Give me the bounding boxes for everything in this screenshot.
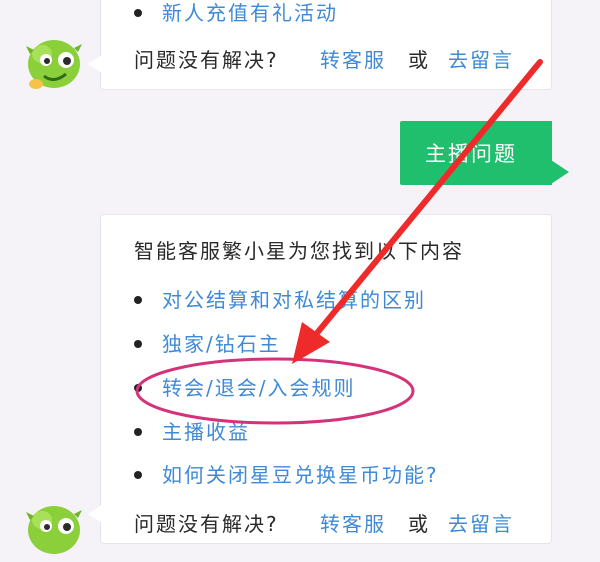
bot-avatar-icon <box>26 40 82 89</box>
list-bullet <box>134 9 142 17</box>
faq-item-settlement[interactable]: 对公结算和对私结算的区别 <box>162 284 426 313</box>
list-bullet <box>134 384 142 392</box>
unresolved-prompt: 问题没有解决? <box>134 512 279 536</box>
bubble-tail <box>88 505 102 523</box>
unresolved-prompt: 问题没有解决? <box>134 48 279 72</box>
faq-item-transfer-rules[interactable]: 转会/退会/入会规则 <box>162 372 355 401</box>
transfer-to-service-link[interactable]: 转客服 <box>320 508 386 537</box>
list-item-link[interactable]: 新人充值有礼活动 <box>162 0 338 26</box>
or-text: 或 <box>408 48 430 72</box>
transfer-to-service-link[interactable]: 转客服 <box>320 44 386 73</box>
or-text: 或 <box>408 512 430 536</box>
user-bubble-tail <box>551 160 569 184</box>
list-bullet <box>134 471 142 479</box>
faq-item-star-exchange[interactable]: 如何关闭星豆兑换星币功能? <box>162 459 439 488</box>
user-message-text: 主播问题 <box>425 142 517 166</box>
user-message-bubble: 主播问题 <box>400 121 552 185</box>
list-bullet <box>134 428 142 436</box>
bot-intro-text: 智能客服繁小星为您找到以下内容 <box>134 239 464 263</box>
bot-avatar-icon <box>26 506 82 554</box>
list-bullet <box>134 340 142 348</box>
leave-message-link[interactable]: 去留言 <box>448 508 514 537</box>
faq-item-earnings[interactable]: 主播收益 <box>162 416 250 445</box>
faq-item-exclusive[interactable]: 独家/钻石主 <box>162 328 281 357</box>
leave-message-link[interactable]: 去留言 <box>448 44 514 73</box>
list-bullet <box>134 296 142 304</box>
bubble-tail <box>88 55 102 73</box>
